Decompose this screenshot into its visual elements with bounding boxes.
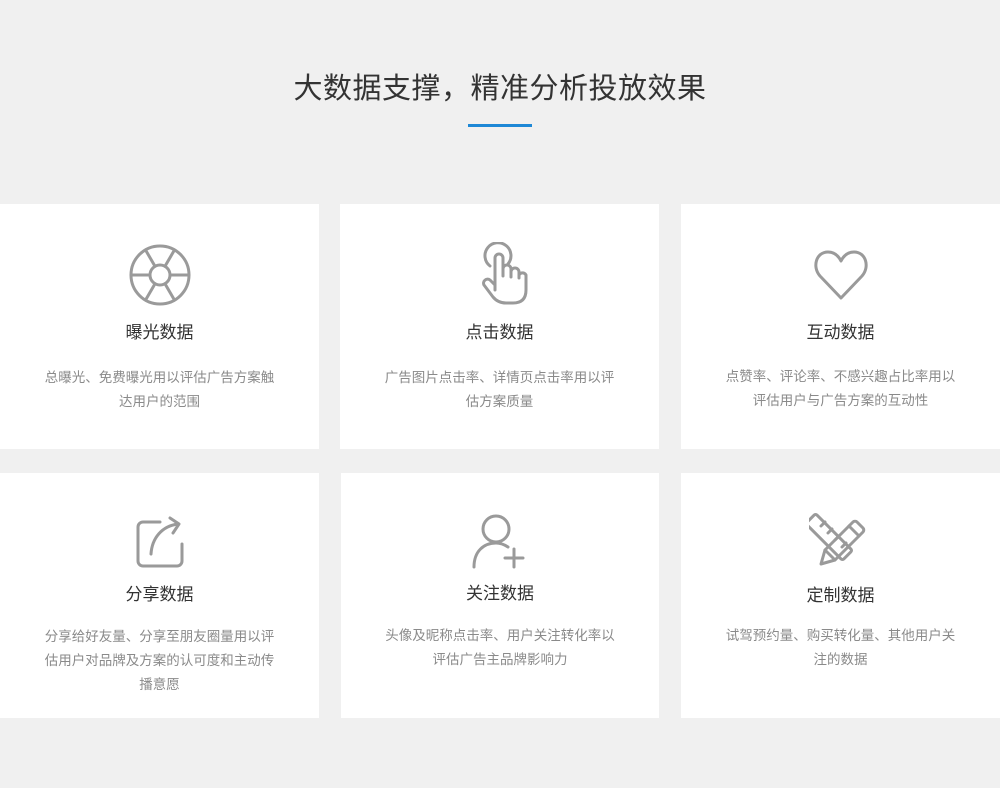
aperture-icon [0, 243, 319, 307]
card-description: 点赞率、评论率、不感兴趣占比率用以评估用户与广告方案的互动性 [725, 369, 956, 409]
title-underline [468, 124, 532, 127]
card-click: 点击数据 广告图片点击率、详情页点击率用以评估方案质量 [340, 204, 659, 449]
card-description: 总曝光、免费曝光用以评估广告方案触达用户的范围 [44, 370, 275, 410]
pencil-ruler-icon [681, 512, 1000, 576]
card-title: 曝光数据 [125, 323, 194, 343]
section-title: 大数据支撑，精准分析投放效果 [293, 71, 707, 105]
user-plus-icon [341, 509, 659, 573]
section-header: 大数据支撑，精准分析投放效果 [0, 0, 1000, 204]
card-title: 互动数据 [806, 323, 875, 343]
card-share: 分享数据 分享给好友量、分享至朋友圈量用以评估用户对品牌及方案的认可度和主动传播… [0, 473, 319, 718]
heart-icon [681, 243, 1000, 307]
card-interaction: 互动数据 点赞率、评论率、不感兴趣占比率用以评估用户与广告方案的互动性 [681, 204, 1000, 449]
card-title: 分享数据 [125, 585, 194, 605]
card-title: 关注数据 [466, 584, 534, 604]
hand-pointer-icon [340, 242, 659, 306]
share-icon [0, 512, 319, 576]
card-description: 分享给好友量、分享至朋友圈量用以评估用户对品牌及方案的认可度和主动传播意愿 [44, 629, 275, 693]
card-description: 头像及昵称点击率、用户关注转化率以评估广告主品牌影响力 [385, 628, 615, 668]
card-description: 试驾预约量、购买转化量、其他用户关注的数据 [725, 628, 956, 668]
card-custom: 定制数据 试驾预约量、购买转化量、其他用户关注的数据 [681, 473, 1000, 718]
card-follow: 关注数据 头像及昵称点击率、用户关注转化率以评估广告主品牌影响力 [341, 473, 659, 718]
card-title: 定制数据 [806, 586, 875, 606]
card-exposure: 曝光数据 总曝光、免费曝光用以评估广告方案触达用户的范围 [0, 204, 319, 449]
card-description: 广告图片点击率、详情页点击率用以评估方案质量 [384, 370, 615, 410]
card-title: 点击数据 [465, 323, 534, 343]
